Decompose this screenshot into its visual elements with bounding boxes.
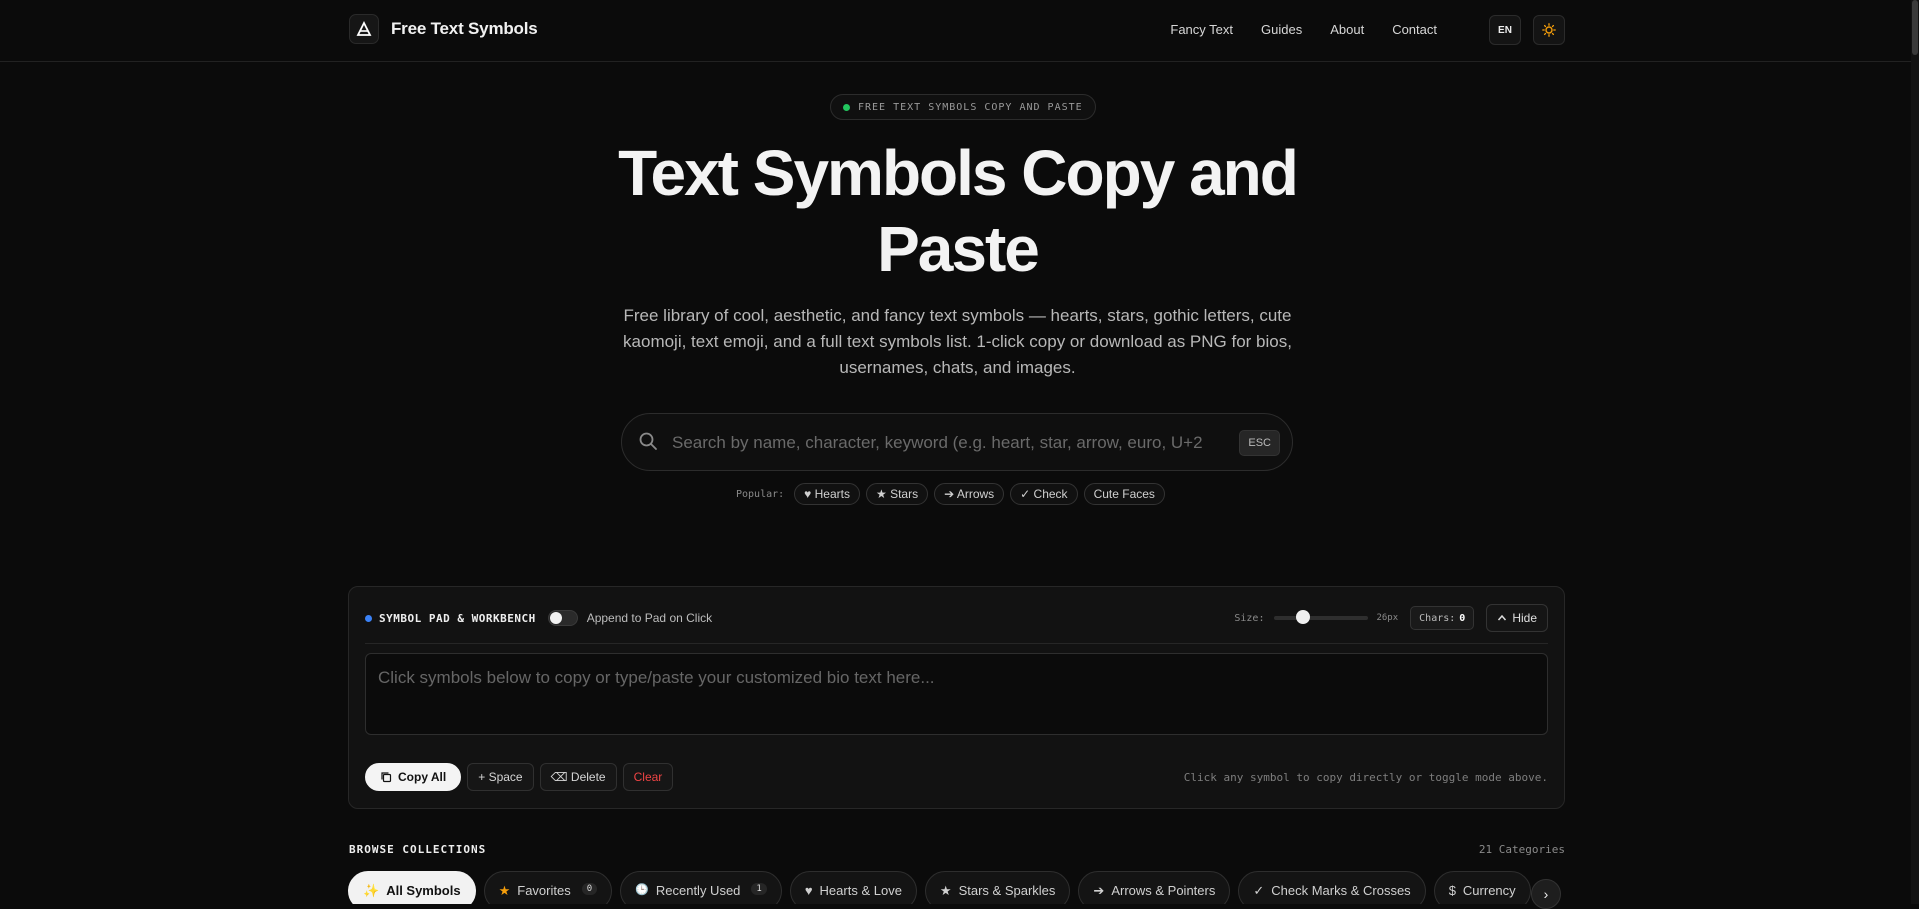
pad-actions: Copy All + Space ⌫ Delete Clear bbox=[365, 763, 674, 791]
search-bar: ESC bbox=[621, 413, 1293, 471]
page-title: Text Symbols Copy and Paste bbox=[618, 137, 1299, 285]
heart-icon: ♥ bbox=[804, 883, 813, 898]
popular-chip-check[interactable]: ✓ Check bbox=[1010, 483, 1078, 505]
char-counter: Chars: 0 bbox=[1410, 606, 1475, 630]
hero-badge-text: FREE TEXT SYMBOLS COPY AND PASTE bbox=[858, 101, 1083, 113]
search-icon bbox=[639, 432, 657, 450]
tab-currency[interactable]: $ Currency bbox=[1433, 871, 1531, 904]
hero-badge: FREE TEXT SYMBOLS COPY AND PASTE bbox=[830, 94, 1096, 120]
tab-check-marks[interactable]: ✓ Check Marks & Crosses bbox=[1238, 871, 1426, 904]
search-input[interactable] bbox=[670, 424, 1204, 462]
nav-contact[interactable]: Contact bbox=[1392, 22, 1437, 37]
size-value: 26px bbox=[1376, 613, 1399, 623]
triangle-logo-icon bbox=[349, 14, 379, 44]
append-toggle[interactable] bbox=[547, 610, 578, 626]
page-subtitle: Free library of cool, aesthetic, and fan… bbox=[623, 306, 1292, 377]
brand-name: Free Text Symbols bbox=[391, 19, 538, 38]
collections-count: 21 Categories bbox=[1478, 843, 1565, 856]
main-nav: Fancy Text Guides About Contact bbox=[1170, 22, 1437, 37]
star-icon: ★ bbox=[939, 883, 952, 898]
pad-status-dot bbox=[365, 614, 372, 622]
clear-button[interactable]: Clear bbox=[622, 763, 674, 791]
clock-icon: 🕒 bbox=[635, 884, 649, 896]
popular-chip-stars[interactable]: ★ Stars bbox=[865, 483, 929, 505]
copy-icon bbox=[381, 772, 392, 783]
collection-tabs: ✨ All Symbols ★ Favorites 0 🕒 Recently U… bbox=[348, 871, 1565, 904]
symbol-pad-panel: SYMBOL PAD & WORKBENCH Append to Pad on … bbox=[348, 586, 1565, 809]
arrow-icon: ➔ bbox=[1093, 883, 1105, 898]
chars-label: Chars: bbox=[1419, 612, 1456, 624]
toggle-knob bbox=[549, 612, 562, 624]
popular-chip-arrows[interactable]: ➔ Arrows bbox=[934, 483, 1005, 505]
popular-chip-cute-faces[interactable]: Cute Faces bbox=[1083, 483, 1165, 505]
status-dot bbox=[843, 103, 850, 111]
chevron-up-icon bbox=[1498, 614, 1507, 621]
tab-arrows-pointers[interactable]: ➔ Arrows & Pointers bbox=[1078, 871, 1231, 904]
dollar-icon: $ bbox=[1448, 883, 1456, 898]
chars-value: 0 bbox=[1459, 612, 1466, 624]
tab-label: Recently Used bbox=[655, 883, 741, 898]
brand[interactable]: Free Text Symbols bbox=[349, 14, 538, 44]
sparkles-icon: ✨ bbox=[363, 883, 380, 898]
tab-label: Favorites bbox=[517, 883, 571, 898]
tab-label: Stars & Sparkles bbox=[958, 883, 1056, 898]
divider bbox=[365, 643, 1548, 644]
tab-label: Currency bbox=[1462, 883, 1516, 898]
nav-about[interactable]: About bbox=[1330, 22, 1364, 37]
symbol-pad-header: SYMBOL PAD & WORKBENCH Append to Pad on … bbox=[365, 603, 1548, 633]
hide-button[interactable]: Hide bbox=[1486, 604, 1548, 632]
nav-guides[interactable]: Guides bbox=[1261, 22, 1302, 37]
pad-title: SYMBOL PAD & WORKBENCH bbox=[379, 611, 536, 625]
tab-label: Check Marks & Crosses bbox=[1271, 883, 1411, 898]
append-toggle-label: Append to Pad on Click bbox=[586, 611, 713, 625]
pad-controls: Size: 26px Chars: 0 Hide bbox=[1234, 604, 1548, 632]
star-icon: ★ bbox=[498, 883, 511, 898]
slider-knob[interactable] bbox=[1296, 610, 1311, 624]
page-scrollbar[interactable] bbox=[1911, 0, 1919, 904]
check-icon: ✓ bbox=[1253, 883, 1265, 898]
size-slider[interactable] bbox=[1274, 610, 1369, 624]
popular-label: Popular: bbox=[736, 488, 785, 500]
tab-label: Hearts & Love bbox=[819, 883, 902, 898]
symbol-pad-textarea[interactable] bbox=[365, 653, 1548, 735]
esc-shortcut: ESC bbox=[1239, 430, 1280, 456]
nav-fancy-text[interactable]: Fancy Text bbox=[1170, 22, 1233, 37]
tab-label: All Symbols bbox=[386, 883, 461, 898]
tab-label: Arrows & Pointers bbox=[1111, 883, 1216, 898]
tab-favorites[interactable]: ★ Favorites 0 bbox=[483, 871, 613, 904]
scrollbar-thumb[interactable] bbox=[1912, 0, 1918, 55]
top-header: Free Text Symbols Fancy Text Guides Abou… bbox=[0, 0, 1919, 62]
tab-stars-sparkles[interactable]: ★ Stars & Sparkles bbox=[924, 871, 1071, 904]
copy-all-button[interactable]: Copy All bbox=[365, 763, 462, 791]
theme-toggle-button[interactable] bbox=[1533, 15, 1565, 45]
tab-count: 1 bbox=[751, 883, 767, 895]
tabs-next-button[interactable]: › bbox=[1531, 879, 1561, 909]
add-space-button[interactable]: + Space bbox=[467, 763, 534, 791]
pad-hint: Click any symbol to copy directly or tog… bbox=[1183, 771, 1548, 784]
tab-all-symbols[interactable]: ✨ All Symbols bbox=[348, 871, 476, 904]
size-label: Size: bbox=[1234, 612, 1265, 624]
popular-chip-hearts[interactable]: ♥ Hearts bbox=[794, 483, 860, 505]
tab-count: 0 bbox=[581, 883, 598, 895]
hide-label: Hide bbox=[1512, 611, 1537, 625]
tab-hearts-love[interactable]: ♥ Hearts & Love bbox=[789, 871, 917, 904]
tab-recently-used[interactable]: 🕒 Recently Used 1 bbox=[620, 871, 782, 904]
sun-icon bbox=[1542, 23, 1556, 37]
popular-searches: Popular: ♥ Hearts ★ Stars ➔ Arrows ✓ Che… bbox=[736, 483, 1165, 505]
language-button[interactable]: EN bbox=[1489, 15, 1521, 45]
delete-button[interactable]: ⌫ Delete bbox=[539, 763, 617, 791]
copy-all-label: Copy All bbox=[398, 770, 447, 784]
collections-title: BROWSE COLLECTIONS bbox=[349, 843, 487, 856]
